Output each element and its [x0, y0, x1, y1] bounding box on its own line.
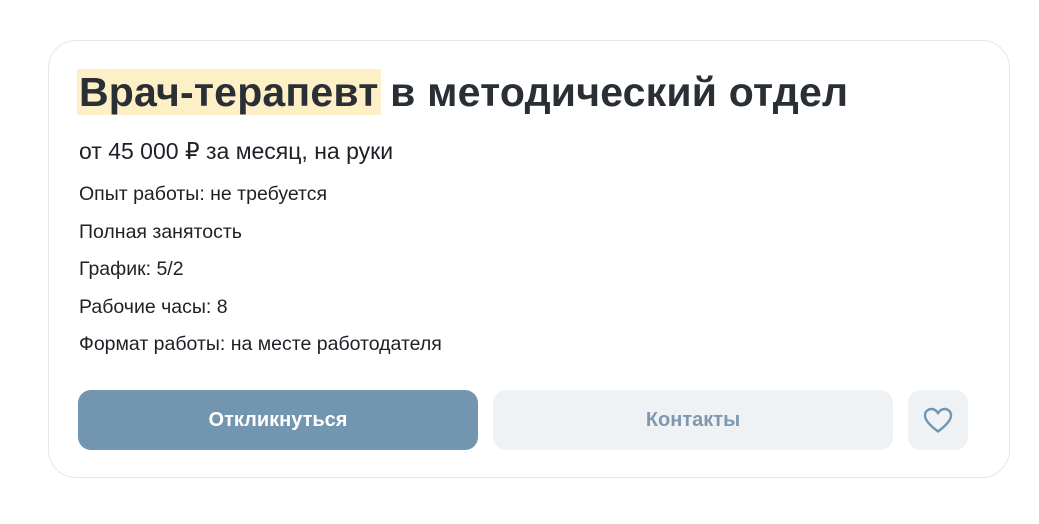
apply-button-label: Откликнуться: [208, 408, 348, 431]
title-highlight-therapist: терапевт: [191, 69, 381, 115]
contacts-button-label: Контакты: [645, 408, 741, 431]
vacancy-title[interactable]: Врач-терапевт в методический отдел: [77, 67, 849, 117]
favorite-button[interactable]: [908, 390, 968, 450]
heart-icon: [923, 407, 953, 433]
detail-schedule: График: 5/2: [79, 258, 184, 280]
apply-button[interactable]: Откликнуться: [78, 390, 478, 450]
contacts-button[interactable]: Контакты: [493, 390, 893, 450]
salary: от 45 000 ₽ за месяц, на руки: [79, 138, 394, 164]
detail-work-format: Формат работы: на месте работодателя: [79, 333, 442, 355]
title-rest: в методический отдел: [378, 69, 849, 115]
detail-employment: Полная занятость: [79, 220, 242, 243]
detail-working-hours: Рабочие часы: 8: [79, 295, 228, 318]
title-highlight-doctor: Врач: [77, 69, 183, 115]
detail-experience: Опыт работы: не требуется: [79, 183, 328, 205]
vacancy-card: Врач-терапевт в методический отдел от 45…: [48, 40, 1010, 478]
vacancy-details: Опыт работы: не требуется Полная занятос…: [79, 182, 442, 370]
